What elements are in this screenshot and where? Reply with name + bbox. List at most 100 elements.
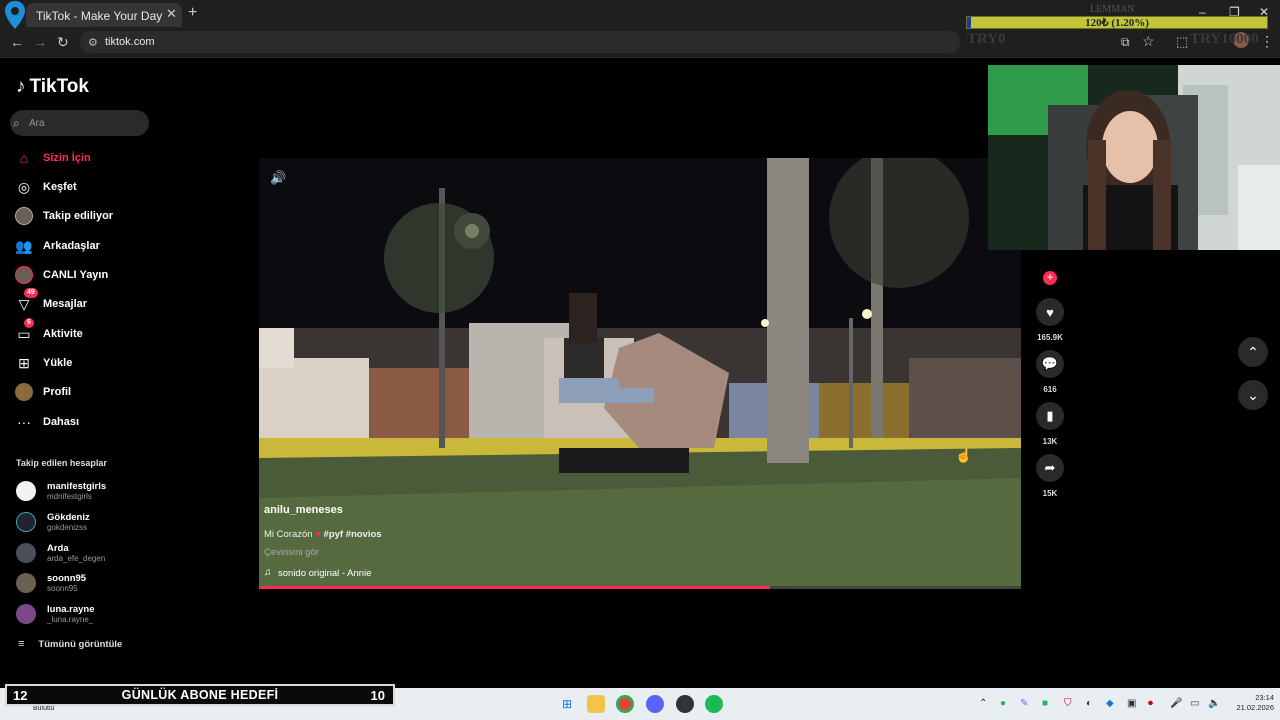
nav-live[interactable]: CANLI Yayın	[14, 263, 154, 287]
tiktok-logo[interactable]: ♪ TikTok	[16, 76, 89, 98]
share-action[interactable]: ➦ 15K	[1036, 454, 1064, 498]
tiktok-logo-text: TikTok	[29, 76, 89, 97]
following-avatar	[14, 206, 34, 226]
site-info-icon[interactable]: ⚙	[88, 36, 98, 49]
url-text[interactable]: tiktok.com	[105, 36, 155, 48]
heart-icon[interactable]: ♥	[1036, 298, 1064, 326]
back-arrow-icon[interactable]: ←	[10, 34, 24, 50]
nav-following[interactable]: Takip ediliyor	[14, 204, 154, 228]
bookmark-count: 13K	[1042, 437, 1058, 446]
music-note-icon: ♫	[264, 567, 272, 578]
like-count: 165.9K	[1037, 333, 1063, 342]
share-count: 15K	[1042, 489, 1058, 498]
video-music[interactable]: sonido original - Annie	[278, 568, 371, 579]
nav-activity[interactable]: ▭ 6 Aktivite	[14, 318, 154, 346]
windows-start-icon[interactable]: ⊞	[558, 695, 576, 713]
avatar	[16, 543, 36, 563]
translate-link[interactable]: Çevirisini gör	[264, 547, 319, 558]
extensions-icon[interactable]: ⬚	[1176, 34, 1188, 50]
nav-label: Yükle	[43, 357, 73, 369]
tray-c-icon[interactable]: ◐	[1086, 698, 1092, 709]
tray-microphone-icon[interactable]: 🎤	[1170, 698, 1182, 709]
previous-video-button[interactable]: ⌃	[1238, 337, 1268, 367]
tray-record-icon[interactable]: ⏺	[1148, 698, 1153, 709]
tray-app-icon[interactable]: ■	[1042, 698, 1048, 709]
spotify-icon[interactable]	[705, 695, 723, 713]
like-action[interactable]: ♥ 165.9K	[1036, 298, 1064, 342]
tray-camera-icon[interactable]: ▣	[1127, 698, 1136, 709]
bookmark-action[interactable]: ▮ 13K	[1036, 402, 1064, 446]
nav-for-you[interactable]: ⌂ Sizin İçin	[14, 146, 154, 170]
tray-shield-icon[interactable]: ⛉	[1064, 698, 1072, 709]
goal-min-label: TRY0	[967, 31, 1006, 47]
nav-label: Mesajlar	[43, 298, 88, 310]
mouse-cursor-icon: ☝	[955, 447, 973, 463]
account-item[interactable]: soonn95 soonn95	[16, 570, 156, 596]
sound-icon[interactable]: 🔊	[270, 170, 286, 186]
bookmark-star-icon[interactable]: ☆	[1142, 33, 1155, 50]
browser-menu-icon[interactable]: ⋮	[1260, 33, 1274, 50]
tray-chevron-up-icon[interactable]: ⌃	[979, 698, 987, 709]
new-tab-button[interactable]: +	[188, 4, 197, 22]
tab-close-icon[interactable]: ✕	[166, 6, 177, 22]
chrome-icon[interactable]	[616, 695, 634, 713]
see-all-link[interactable]: ≡ Tümünü görüntüle	[18, 638, 122, 650]
tray-monitor-icon[interactable]: ▭	[1190, 698, 1199, 709]
tray-pen-icon[interactable]: ✎	[1020, 698, 1028, 709]
account-name: luna.rayne	[47, 604, 95, 615]
nav-label: Profil	[43, 386, 72, 398]
account-item[interactable]: Arda arda_efe_degen	[16, 540, 156, 566]
comment-count: 616	[1043, 385, 1057, 394]
share-icon[interactable]: ➦	[1036, 454, 1064, 482]
tray-spotify-icon[interactable]: ●	[1000, 698, 1006, 709]
video-tags[interactable]: #pyf #novios	[324, 529, 382, 540]
video-progress-bar[interactable]	[259, 586, 1021, 589]
reload-icon[interactable]: ↻	[57, 34, 69, 51]
browser-tab[interactable]: TikTok - Make Your Day	[26, 3, 182, 27]
nav-messages[interactable]: ▽ 49 Mesajlar	[14, 288, 154, 316]
activity-badge: 6	[24, 318, 34, 328]
tiktok-note-icon: ♪	[16, 76, 26, 97]
video-author[interactable]: anilu_meneses	[264, 504, 343, 516]
address-bar[interactable]	[80, 31, 960, 53]
video-player[interactable]	[259, 158, 1021, 589]
nav-label: Dahası	[43, 416, 80, 428]
chevron-up-icon: ⌃	[1247, 343, 1259, 360]
next-video-button[interactable]: ⌄	[1238, 380, 1268, 410]
tray-volume-icon[interactable]: 🔈	[1208, 698, 1220, 709]
avatar	[16, 481, 36, 501]
upload-icon: ⊞	[18, 354, 30, 371]
tray-network-app-icon[interactable]: ◆	[1106, 698, 1114, 709]
account-item[interactable]: Gökdeniz gokdenizss	[16, 509, 156, 535]
account-item[interactable]: manifestgirls mdnifestgirls	[16, 478, 156, 504]
nav-more[interactable]: ··· Dahası	[14, 410, 154, 434]
home-icon: ⌂	[19, 150, 29, 166]
bookmark-icon[interactable]: ▮	[1036, 402, 1064, 430]
search-icon: ⌕	[13, 116, 20, 130]
nav-profile[interactable]: Profil	[14, 380, 154, 404]
obs-icon[interactable]	[676, 695, 694, 713]
comment-action[interactable]: 💬 616	[1036, 350, 1064, 394]
forward-arrow-icon[interactable]: →	[33, 34, 47, 50]
discord-icon[interactable]	[646, 695, 664, 713]
search-input[interactable]	[29, 116, 139, 130]
sub-goal-current: 12	[13, 687, 28, 703]
taskbar-clock[interactable]: 23:14 21.02.2026	[1228, 693, 1274, 713]
file-explorer-icon[interactable]	[587, 695, 605, 713]
nav-friends[interactable]: 👥 Arkadaşlar	[14, 234, 154, 258]
comment-icon[interactable]: 💬	[1036, 350, 1064, 378]
live-avatar	[14, 265, 34, 285]
avatar	[16, 604, 36, 624]
account-item[interactable]: luna.rayne _luna.rayne_	[16, 601, 156, 627]
account-name: Arda	[47, 543, 69, 554]
account-handle: mdnifestgirls	[47, 492, 92, 501]
install-app-icon[interactable]: ⧉	[1121, 35, 1130, 50]
weather-text: Bulutlu	[33, 705, 55, 712]
account-handle: _luna.rayne_	[47, 615, 94, 624]
goal-top-label: LEMMAN	[1090, 4, 1135, 15]
donation-goal-text: 120₺ (1.20%)	[1085, 17, 1149, 29]
stream-logo-pin-icon	[5, 1, 25, 29]
follow-plus-button[interactable]: +	[1043, 271, 1057, 285]
nav-explore[interactable]: ◎ Keşfet	[14, 175, 154, 199]
nav-upload[interactable]: ⊞ Yükle	[14, 351, 154, 375]
